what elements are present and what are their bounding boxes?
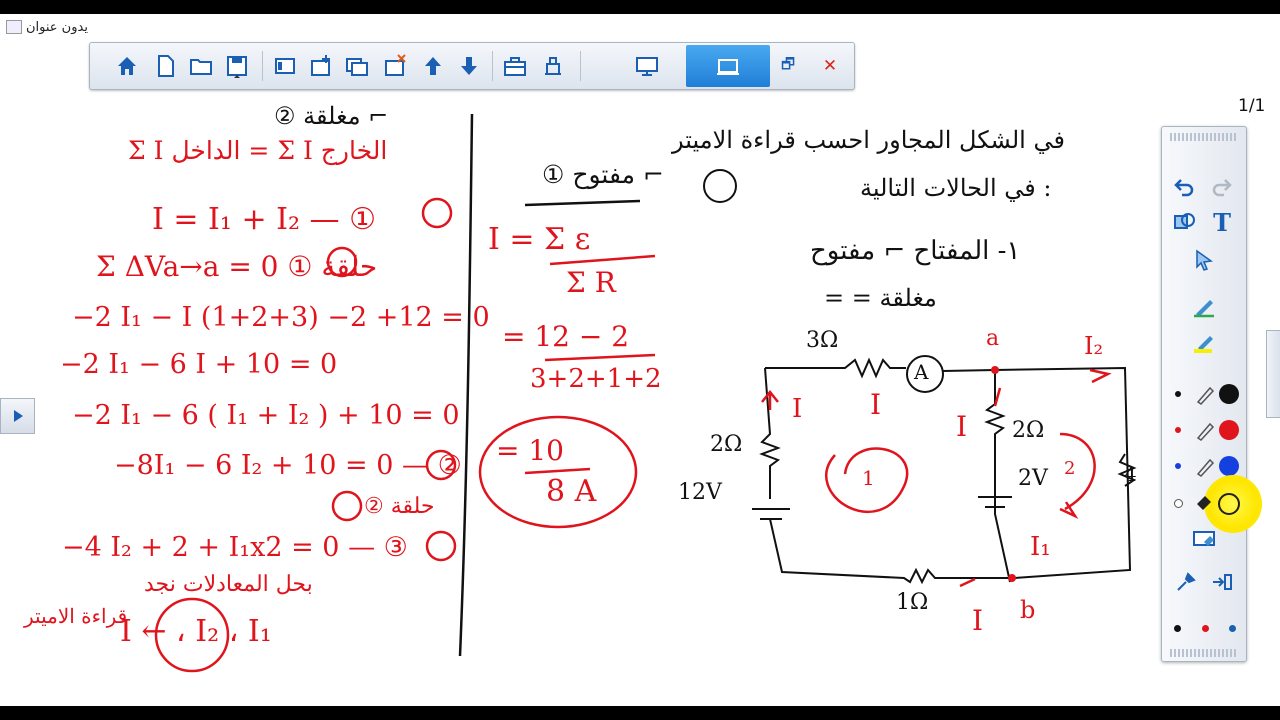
current-i1-label: I₁	[1030, 532, 1051, 562]
equation-step-3: −2 I₁ − 6 ( I₁ + I₂ ) + 10 = 0	[72, 400, 460, 431]
red-pen-icon[interactable]	[1188, 415, 1220, 445]
yellow-color-swatch[interactable]	[1218, 493, 1240, 515]
black-color-swatch[interactable]	[1219, 384, 1239, 404]
node-b-label: b	[1020, 596, 1036, 624]
shapes-icon[interactable]	[1168, 207, 1200, 237]
redo-icon[interactable]	[1206, 171, 1238, 201]
ammeter-symbol: A	[914, 360, 929, 384]
select-icon[interactable]	[1188, 245, 1220, 275]
equation-kcl: Σ I الداخل = Σ I الخارج	[128, 136, 388, 165]
play-right-icon	[13, 410, 23, 422]
page-indicator: 1/1	[1238, 96, 1266, 116]
pin-icon[interactable]	[1170, 567, 1202, 597]
palette-grip-bottom[interactable]	[1170, 649, 1238, 657]
resistance-denominator: 3+2+1+2	[530, 364, 662, 394]
equation-step-1: −2 I₁ − I (1+2+3) −2 +12 = 0	[72, 302, 490, 333]
question-case-2: = = مغلقة	[824, 284, 937, 312]
recent-black-dot[interactable]	[1174, 625, 1181, 632]
result-numerator: = 10	[496, 434, 564, 467]
current-i-bottom: I	[972, 604, 984, 637]
case-two-heading: ② مغلقة ⌐	[274, 102, 389, 130]
question-case-1: ١- المفتاح ⌐ مفتوح	[810, 236, 1021, 266]
loop-2-label: ② حلقة	[364, 494, 435, 519]
loop-2-circuit-label: 2	[1064, 458, 1076, 479]
app-window: يدون عنوان 🗗 ✕ 1/1 ② مغلقة ⌐ Σ I الداخل …	[0, 14, 1280, 706]
highlighter-icon[interactable]	[1188, 327, 1220, 357]
side-panel-handle[interactable]	[1266, 330, 1280, 418]
label-1-ohm: 1Ω	[896, 590, 929, 615]
recent-pens	[1174, 611, 1236, 633]
question-line-1: في الشكل المجاور احسب قراءة الاميتر	[672, 126, 1065, 154]
yellow-marker-icon[interactable]	[1188, 487, 1220, 517]
equation-1: I = I₁ + I₂ — ①	[152, 202, 376, 237]
hollow-thin-dot[interactable]	[1174, 499, 1183, 508]
equation-2: −8I₁ − 6 I₂ + 10 = 0 — ②	[114, 450, 462, 481]
solve-note: بحل المعادلات نجد	[144, 572, 313, 597]
red-thin-dot[interactable]	[1175, 427, 1181, 433]
current-i-middle: I	[956, 410, 968, 443]
label-3-ohm: 3Ω	[806, 328, 839, 353]
label-12v: 12V	[678, 480, 722, 505]
whiteboard-canvas[interactable]: ② مغلقة ⌐ Σ I الداخل = Σ I الخارج I = I₁…	[0, 14, 1160, 706]
equation-step-2: −2 I₁ − 6 I + 10 = 0	[60, 349, 338, 380]
blue-thin-dot[interactable]	[1175, 463, 1181, 469]
emf-numerator: = 12 − 2	[502, 320, 630, 353]
label-2-ohm-middle: 2Ω	[1012, 418, 1045, 443]
eraser-icon[interactable]	[1186, 525, 1222, 555]
node-a-label: a	[986, 326, 1000, 351]
current-i-top: I	[870, 388, 882, 421]
loop-1-label: 1	[862, 466, 875, 490]
current-formula: I = Σ ε	[488, 222, 591, 257]
palette-grip[interactable]	[1170, 133, 1238, 141]
label-4-ohm: 4	[1124, 462, 1137, 486]
result-denominator: 8 A	[546, 474, 597, 509]
equation-loop-1: Σ ΔVa→a = 0 ① حلقة	[96, 250, 378, 283]
equation-3: −4 I₂ + 2 + I₁x2 = 0 — ③	[62, 532, 408, 563]
black-pen-icon[interactable]	[1188, 379, 1220, 409]
text-icon[interactable]: T	[1206, 207, 1238, 237]
resistance-sum: Σ R	[566, 266, 616, 299]
prev-page-button[interactable]	[0, 398, 35, 434]
tool-palette: T	[1161, 126, 1262, 662]
dock-icon[interactable]	[1206, 567, 1238, 597]
recent-red-dot[interactable]	[1201, 625, 1209, 632]
recent-blue-dot[interactable]	[1229, 625, 1236, 632]
green-pen-icon[interactable]	[1188, 291, 1220, 321]
case-one-heading: ① مفتوح ⌐	[542, 160, 664, 189]
label-2v: 2V	[1018, 466, 1048, 491]
undo-icon[interactable]	[1168, 171, 1200, 201]
label-2-ohm-left: 2Ω	[710, 432, 743, 457]
red-color-swatch[interactable]	[1219, 420, 1239, 440]
blue-pen-icon[interactable]	[1188, 451, 1220, 481]
currents-answer: I ← ، I₂ ، I₁	[120, 614, 272, 649]
current-i2-label: I₂	[1084, 332, 1104, 360]
ammeter-reading-note: قراءة الاميتر	[24, 604, 128, 628]
question-line-2: في الحالات التالية :	[860, 174, 1052, 202]
blue-color-swatch[interactable]	[1219, 456, 1239, 476]
black-thin-dot[interactable]	[1175, 391, 1181, 397]
current-i-left: I	[792, 394, 803, 424]
